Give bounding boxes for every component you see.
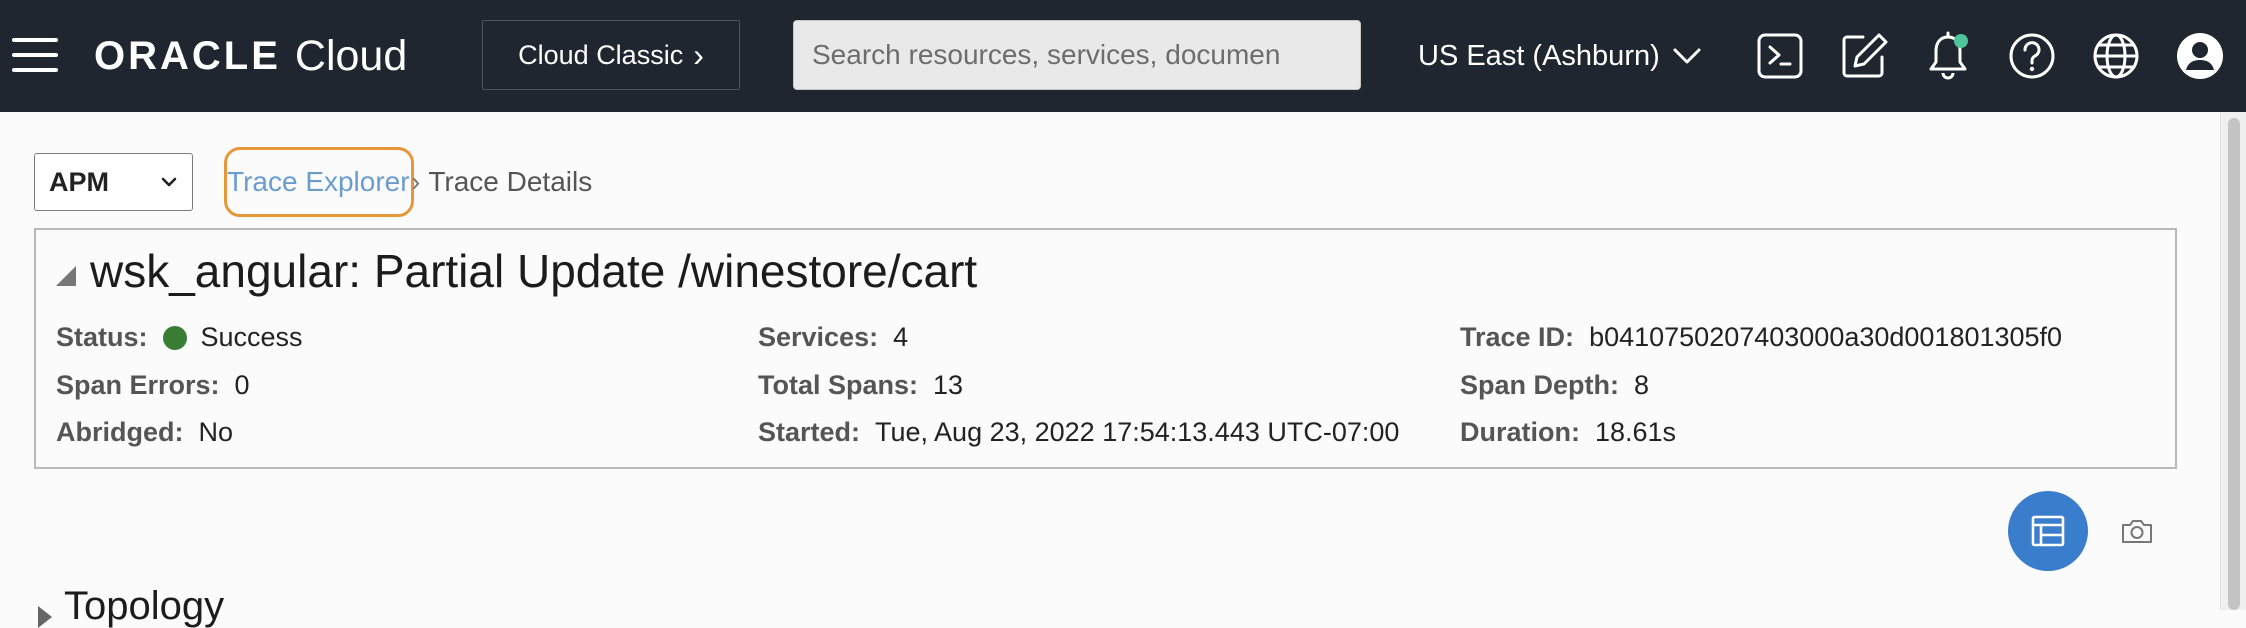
camera-icon[interactable] (2118, 513, 2156, 549)
scrollbar-thumb[interactable] (2228, 118, 2240, 610)
status-success-icon (162, 325, 187, 350)
chevron-right-icon: › (693, 37, 704, 73)
user-icon[interactable] (2170, 26, 2230, 86)
trace-id-field: Trace ID: b0410750207403000a30d001801305… (1460, 322, 2062, 353)
span-errors-value: 0 (234, 370, 250, 400)
span-depth-field: Span Depth: 8 (1460, 370, 1649, 401)
topology-title: Topology (64, 584, 225, 628)
menu-icon[interactable] (10, 35, 62, 75)
span-depth-label: Span Depth: (1460, 370, 1619, 400)
abridged-label: Abridged: (56, 417, 184, 447)
trace-id-label: Trace ID: (1460, 322, 1575, 352)
breadcrumb-link-trace-explorer[interactable]: Trace Explorer (224, 147, 414, 217)
duration-value: 18.61s (1594, 417, 1677, 447)
abridged-value: No (198, 417, 234, 447)
services-label: Services: (758, 322, 879, 352)
trace-id-value: b0410750207403000a30d001801305f0 (1589, 322, 2063, 352)
duration-label: Duration: (1460, 417, 1580, 447)
topology-section-header[interactable]: Topology (38, 578, 224, 628)
apm-select[interactable]: APM (34, 153, 193, 211)
total-spans-field: Total Spans: 13 (758, 370, 963, 401)
chevron-down-icon (1673, 48, 1701, 64)
vertical-scrollbar[interactable] (2220, 112, 2246, 610)
hierarchy-icon (2031, 515, 2065, 547)
collapse-icon[interactable] (56, 266, 76, 286)
region-selector[interactable]: US East (Ashburn) (1418, 36, 1702, 76)
bell-icon[interactable] (1918, 26, 1978, 86)
span-hierarchy-button[interactable] (2008, 491, 2088, 571)
services-field: Services: 4 (758, 322, 908, 353)
cloud-classic-label: Cloud Classic (518, 39, 684, 70)
cloud-classic-button[interactable]: Cloud Classic › (482, 20, 740, 90)
total-spans-value: 13 (933, 370, 964, 400)
span-errors-field: Span Errors: 0 (56, 370, 250, 401)
abridged-field: Abridged: No (56, 417, 233, 448)
search-input[interactable] (793, 20, 1361, 90)
status-label: Status: (56, 322, 148, 352)
trace-details-panel: wsk_angular: Partial Update /winestore/c… (34, 228, 2177, 469)
region-label: US East (Ashburn) (1418, 39, 1660, 72)
span-errors-label: Span Errors: (56, 370, 220, 400)
status-field: Status: Success (56, 322, 303, 353)
breadcrumb-separator: › (411, 166, 421, 197)
cloud-shell-icon[interactable] (1750, 26, 1810, 86)
edit-icon[interactable] (1834, 26, 1894, 86)
globe-icon[interactable] (2086, 26, 2146, 86)
span-depth-value: 8 (1634, 370, 1650, 400)
trace-title: wsk_angular: Partial Update /winestore/c… (90, 245, 978, 297)
total-spans-label: Total Spans: (758, 370, 919, 400)
top-header: ORACLE Cloud Cloud Classic › US East (As… (0, 0, 2246, 112)
breadcrumb: Trace Explorer › Trace Details (224, 147, 593, 217)
chevron-down-icon (161, 177, 177, 187)
logo-cloud-text: Cloud (294, 31, 408, 80)
started-label: Started: (758, 417, 861, 447)
breadcrumb-current: Trace Details (428, 166, 593, 197)
started-value: Tue, Aug 23, 2022 17:54:13.443 UTC-07:00 (875, 417, 1400, 447)
status-value: Success (200, 322, 303, 352)
oracle-cloud-logo[interactable]: ORACLE Cloud (94, 28, 407, 84)
started-field: Started: Tue, Aug 23, 2022 17:54:13.443 … (758, 417, 1399, 448)
expand-icon[interactable] (38, 606, 52, 628)
help-icon[interactable] (2002, 26, 2062, 86)
services-value: 4 (893, 322, 909, 352)
apm-select-value: APM (49, 166, 109, 197)
logo-oracle-text: ORACLE (94, 33, 281, 78)
duration-field: Duration: 18.61s (1460, 417, 1676, 448)
